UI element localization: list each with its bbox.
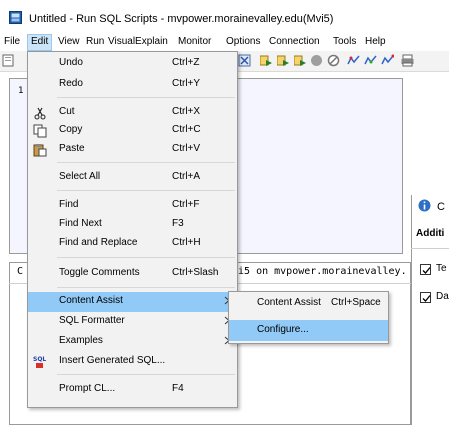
app-database-icon [9, 11, 22, 24]
menu-item-find-next[interactable]: Find Next F3 [28, 215, 237, 235]
menu-item-copy[interactable]: Copy Ctrl+C [28, 121, 237, 141]
cancel-request-icon[interactable] [327, 54, 340, 67]
print-icon[interactable] [401, 54, 414, 67]
copy-icon [33, 124, 47, 138]
menu-item-label: Find Next [59, 218, 102, 229]
menu-separator [57, 162, 235, 163]
menu-item-insert-generated-sql[interactable]: SQL Insert Generated SQL... [28, 352, 237, 372]
menu-separator [57, 374, 235, 375]
new-script-icon[interactable] [2, 54, 15, 67]
menu-item-label: Paste [59, 143, 85, 154]
menu-bar: File Edit View Run VisualExplain Monitor… [0, 34, 449, 51]
menu-options[interactable]: Options [226, 36, 260, 47]
scissors-icon [33, 106, 47, 120]
menu-separator [57, 97, 235, 98]
dialog-title: C [437, 201, 445, 213]
menu-item-label: Cut [59, 106, 75, 117]
dialog-checkbox-1-label: Te [436, 263, 447, 274]
window-title: Untitled - Run SQL Scripts - mvpower.mor… [29, 13, 334, 25]
menu-item-shortcut: Ctrl+C [172, 124, 201, 135]
menu-tools[interactable]: Tools [333, 36, 356, 47]
menu-item-label: Prompt CL... [59, 383, 116, 394]
menu-connection[interactable]: Connection [269, 36, 320, 47]
menu-item-label: Select All [59, 171, 101, 182]
menu-item-undo[interactable]: Undo Ctrl+Z [28, 54, 237, 74]
menu-item-shortcut: F4 [172, 383, 184, 394]
svg-text:SQL: SQL [33, 356, 46, 363]
menu-edit[interactable]: Edit [31, 36, 48, 47]
run-to-selected-icon[interactable] [293, 54, 307, 67]
sql-icon: SQL [33, 355, 47, 369]
menu-item-label: SQL Formatter [59, 315, 125, 326]
submenu-item-shortcut: Ctrl+Space [331, 297, 381, 308]
run-from-selected-icon[interactable] [276, 54, 290, 67]
run-and-explain-icon[interactable] [364, 54, 377, 67]
submenu-item-content-assist[interactable]: Content Assist Ctrl+Space [229, 293, 388, 314]
visual-explain-icon[interactable] [347, 54, 360, 67]
run-all-icon[interactable] [259, 54, 273, 67]
menu-separator [57, 190, 235, 191]
menu-help[interactable]: Help [365, 36, 386, 47]
menu-item-label: Find and Replace [59, 237, 138, 248]
menu-item-label: Undo [59, 57, 83, 68]
menu-item-shortcut: F3 [172, 218, 184, 229]
menu-visualexplain[interactable]: VisualExplain [108, 36, 168, 47]
menu-item-label: Redo [59, 78, 83, 89]
menu-item-label: Examples [59, 335, 103, 346]
menu-item-label: Copy [59, 124, 83, 135]
menu-item-shortcut: Ctrl+A [172, 171, 201, 182]
menu-item-label: Find [59, 199, 79, 210]
menu-item-label: Insert Generated SQL... [59, 355, 166, 366]
run-statement-icon[interactable] [238, 54, 251, 67]
menu-item-shortcut: Ctrl+Slash [172, 267, 219, 278]
connection-message: vi5 on mvpower.morainevalley. [232, 266, 407, 277]
line-number: 1 [18, 86, 24, 96]
menu-item-shortcut: Ctrl+F [172, 199, 200, 210]
menu-item-shortcut: Ctrl+Y [172, 78, 201, 89]
submenu-item-label: Content Assist [257, 297, 321, 308]
menu-run[interactable]: Run [86, 36, 104, 47]
menu-item-toggle-comments[interactable]: Toggle Comments Ctrl+Slash [28, 264, 237, 284]
submenu-item-label: Configure... [257, 324, 309, 335]
dialog-info-icon [418, 199, 431, 212]
dialog-checkbox-1[interactable] [420, 264, 431, 275]
menu-item-shortcut: Ctrl+Z [172, 57, 200, 68]
menu-item-paste[interactable]: Paste Ctrl+V [28, 140, 237, 160]
explain-icon[interactable] [381, 54, 395, 67]
menu-item-label: Content Assist [59, 295, 123, 306]
menu-item-shortcut: Ctrl+V [172, 143, 201, 154]
menu-item-select-all[interactable]: Select All Ctrl+A [28, 168, 237, 188]
menu-item-cut[interactable]: Cut Ctrl+X [28, 103, 237, 123]
menu-item-find-replace[interactable]: Find and Replace Ctrl+H [28, 234, 237, 254]
menu-separator [57, 257, 235, 258]
paste-icon [33, 143, 47, 157]
menu-item-prompt-cl[interactable]: Prompt CL... F4 [28, 380, 237, 400]
menu-monitor[interactable]: Monitor [178, 36, 211, 47]
dialog-heading: Additi [416, 228, 445, 239]
menu-item-find[interactable]: Find Ctrl+F [28, 196, 237, 216]
submenu-item-configure[interactable]: Configure... [229, 320, 388, 341]
menu-file[interactable]: File [4, 36, 20, 47]
messages-fragment: C [17, 266, 24, 277]
menu-item-examples[interactable]: Examples [28, 332, 237, 352]
menu-item-content-assist[interactable]: Content Assist [28, 292, 237, 312]
menu-item-sql-formatter[interactable]: SQL Formatter [28, 312, 237, 332]
dialog-checkbox-2[interactable] [420, 292, 431, 303]
menu-item-label: Toggle Comments [59, 267, 140, 278]
menu-view[interactable]: View [58, 36, 80, 47]
dialog-checkbox-2-label: Da [436, 291, 449, 302]
menu-item-redo[interactable]: Redo Ctrl+Y [28, 75, 237, 95]
stop-icon[interactable] [310, 54, 323, 67]
dialog-separator [411, 248, 449, 249]
menu-item-shortcut: Ctrl+X [172, 106, 201, 117]
menu-item-shortcut: Ctrl+H [172, 237, 201, 248]
menu-separator [57, 287, 235, 288]
